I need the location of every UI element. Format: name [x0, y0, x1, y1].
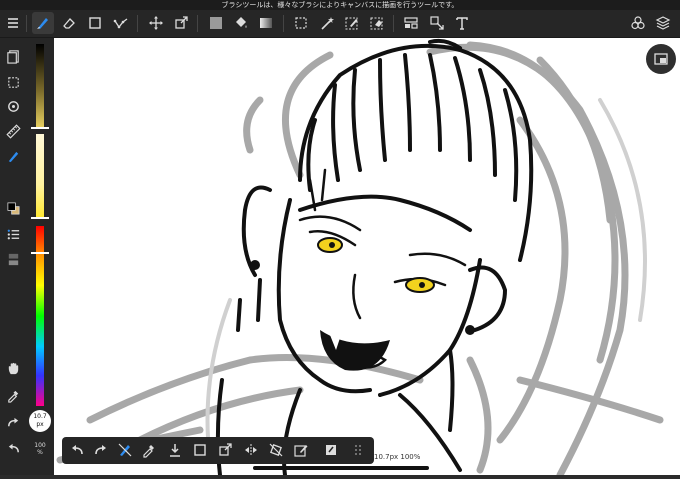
clear-icon[interactable] [320, 439, 342, 461]
move-icon[interactable] [145, 12, 167, 34]
fill-color-icon[interactable] [205, 12, 227, 34]
text-icon[interactable] [451, 12, 473, 34]
eyedropper-icon[interactable] [138, 439, 160, 461]
select-all-icon[interactable] [189, 439, 211, 461]
brush-size-bubble[interactable]: 10.7 px [29, 410, 51, 432]
menu-icon[interactable] [2, 12, 24, 34]
more-icon[interactable] [347, 439, 369, 461]
saturation-slider[interactable] [36, 134, 44, 218]
dot-pen-icon[interactable] [110, 12, 132, 34]
rotate-canvas-icon[interactable] [2, 96, 24, 116]
redo-icon[interactable] [90, 439, 112, 461]
ruler-icon[interactable] [2, 121, 24, 141]
left-sidebar [0, 38, 27, 475]
divider [26, 15, 27, 32]
undo-icon[interactable] [2, 438, 24, 458]
rectangle-icon[interactable] [84, 12, 106, 34]
select-eraser-icon[interactable] [366, 12, 388, 34]
divider [283, 15, 284, 32]
flip-icon[interactable] [240, 439, 262, 461]
status-text: 10.7px 100% [374, 453, 421, 461]
color-swatch[interactable] [2, 198, 24, 218]
bottom-toolbar [62, 437, 374, 464]
snap-pen-icon[interactable] [2, 146, 24, 166]
sketch-artwork [56, 38, 664, 475]
eyedropper-icon[interactable] [2, 385, 24, 405]
hand-icon[interactable] [2, 358, 24, 378]
opacity-unit: % [37, 449, 43, 456]
rotate-icon[interactable] [265, 439, 287, 461]
opacity-value: 100 [34, 442, 46, 449]
drawing-canvas[interactable] [54, 38, 680, 475]
materials-icon[interactable] [627, 12, 649, 34]
save-icon[interactable] [164, 439, 186, 461]
magic-wand-icon[interactable] [316, 12, 338, 34]
opacity-bubble[interactable]: 100 % [29, 438, 51, 460]
layer-move-icon[interactable] [426, 12, 448, 34]
eraser-icon[interactable] [58, 12, 80, 34]
brush-size-unit: px [36, 421, 44, 428]
undo-icon[interactable] [66, 439, 88, 461]
window-icon [654, 53, 668, 65]
filter-icon[interactable] [400, 12, 422, 34]
select-pen-icon[interactable] [341, 12, 363, 34]
marquee-icon[interactable] [290, 12, 312, 34]
layers-icon[interactable] [652, 12, 674, 34]
canvas-view-button[interactable] [646, 44, 676, 74]
divider [137, 15, 138, 32]
bucket-icon[interactable] [230, 12, 252, 34]
brush-select-icon[interactable] [2, 249, 24, 269]
redo-icon[interactable] [2, 412, 24, 432]
gradient-icon[interactable] [255, 12, 277, 34]
divider [393, 15, 394, 32]
eraser-brush-icon[interactable] [114, 439, 136, 461]
top-toolbar [0, 10, 680, 38]
home-indicator[interactable] [253, 466, 429, 470]
brush-settings-icon[interactable] [2, 224, 24, 244]
brightness-slider[interactable] [36, 44, 44, 128]
transform-icon[interactable] [214, 439, 236, 461]
tooltip-bar: ブラシツールは、様々なブラシによりキャンバスに描画を行うツールです。 [0, 0, 680, 10]
tooltip-text: ブラシツールは、様々なブラシによりキャンバスに描画を行うツールです。 [221, 1, 459, 9]
divider [197, 15, 198, 32]
selection-layer-icon[interactable] [2, 72, 24, 92]
brush-size-value: 10.7 [33, 413, 47, 420]
transform-icon[interactable] [170, 12, 192, 34]
page-icon[interactable] [2, 46, 24, 66]
edit-icon[interactable] [290, 439, 312, 461]
brush-icon[interactable] [32, 12, 54, 34]
